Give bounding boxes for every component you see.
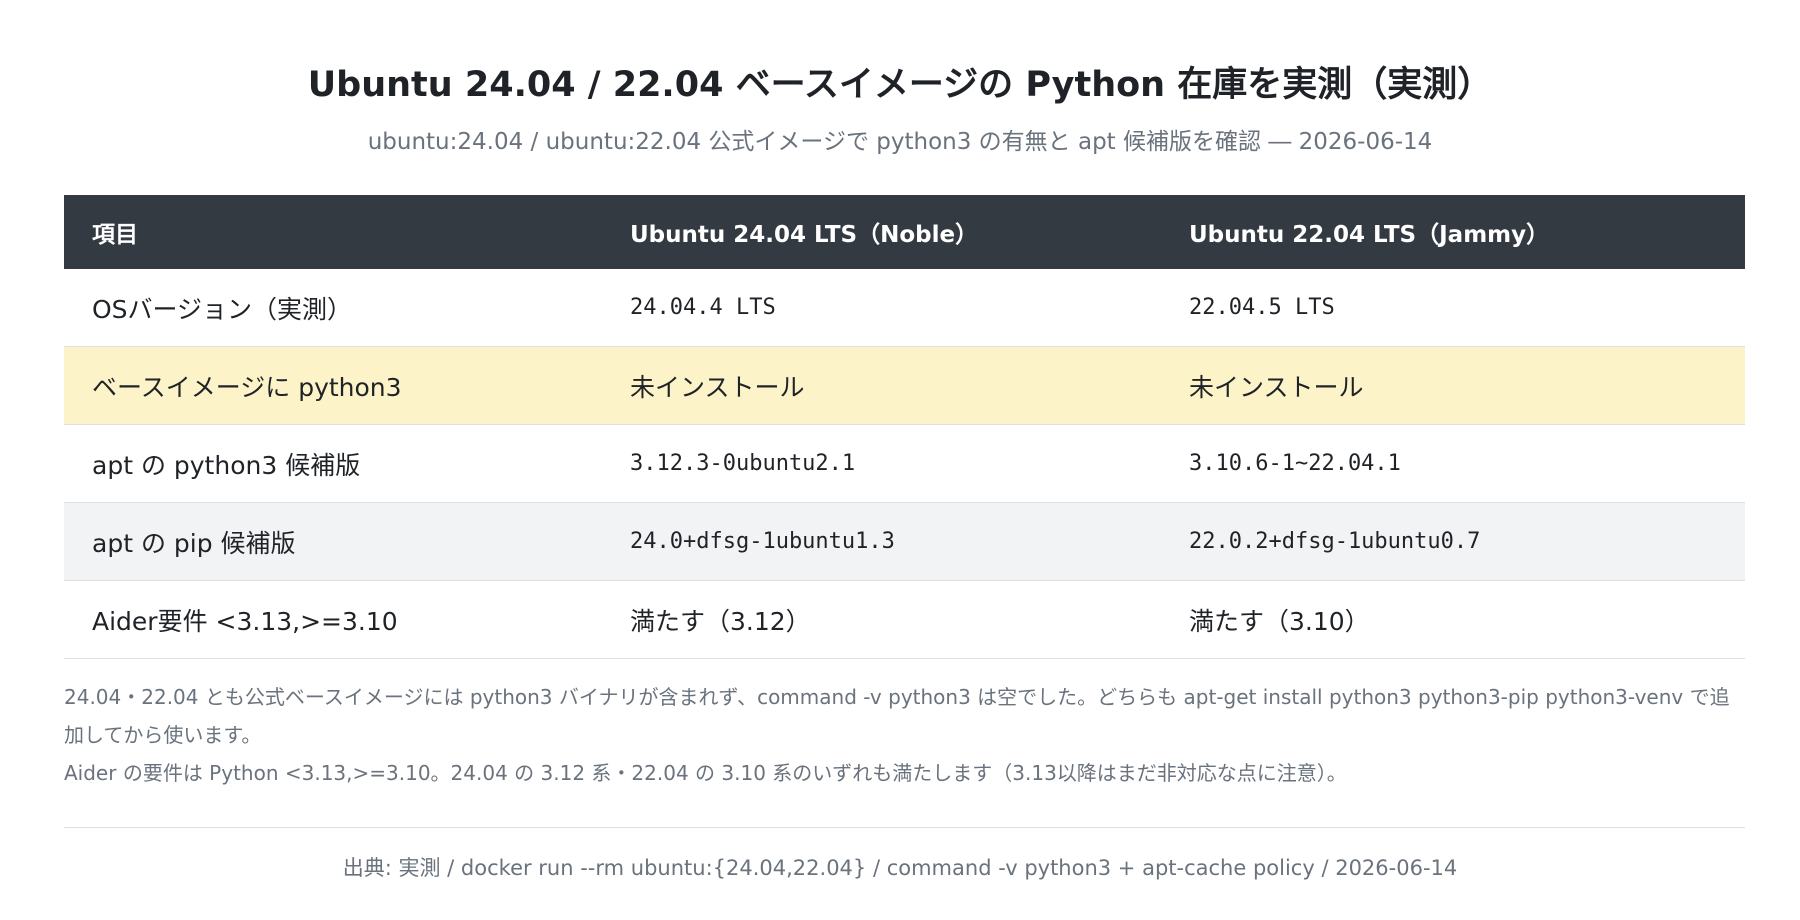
row-item: Aider要件 <3.13,>=3.10 <box>92 606 398 636</box>
table-row: apt の pip 候補版 24.0+dfsg-1ubuntu1.3 22.0.… <box>64 503 1745 581</box>
row-noble-value: 24.0+dfsg-1ubuntu1.3 <box>630 529 895 554</box>
page-title: Ubuntu 24.04 / 22.04 ベースイメージの Python 在庫を… <box>307 65 1493 105</box>
row-jammy-value: 未インストール <box>1189 372 1364 402</box>
row-jammy-value: 22.04.5 LTS <box>1189 295 1335 320</box>
column-header-item: 項目 <box>92 222 138 248</box>
table-row: apt の python3 候補版 3.12.3-0ubuntu2.1 3.10… <box>64 425 1745 503</box>
row-noble-value: 24.04.4 LTS <box>630 295 776 320</box>
comparison-table: 項目 Ubuntu 24.04 LTS（Noble） Ubuntu 22.04 … <box>64 195 1745 659</box>
source-citation: 出典: 実測 / docker run --rm ubuntu:{24.04,2… <box>342 856 1458 880</box>
row-item: apt の python3 候補版 <box>92 450 361 480</box>
table-row: OSバージョン（実測） 24.04.4 LTS 22.04.5 LTS <box>64 269 1745 347</box>
row-noble-value: 未インストール <box>630 372 805 402</box>
row-item: ベースイメージに python3 <box>92 372 402 402</box>
row-item: OSバージョン（実測） <box>92 294 353 324</box>
column-header-noble: Ubuntu 24.04 LTS（Noble） <box>630 222 979 248</box>
column-header-jammy: Ubuntu 22.04 LTS（Jammy） <box>1189 222 1550 248</box>
page-subtitle: ubuntu:24.04 / ubuntu:22.04 公式イメージで pyth… <box>367 129 1433 155</box>
table-row: Aider要件 <3.13,>=3.10 満たす（3.12） 満たす（3.10） <box>64 581 1745 659</box>
row-jammy-value: 満たす（3.10） <box>1189 606 1370 636</box>
note-paragraph: 24.04・22.04 とも公式ベースイメージには python3 バイナリが含… <box>64 685 1730 747</box>
notes: 24.04・22.04 とも公式ベースイメージには python3 バイナリが含… <box>64 678 1745 792</box>
row-noble-value: 3.12.3-0ubuntu2.1 <box>630 451 856 476</box>
row-jammy-value: 3.10.6-1~22.04.1 <box>1189 451 1401 476</box>
table-row: ベースイメージに python3 未インストール 未インストール <box>64 347 1745 425</box>
table-header-row: 項目 Ubuntu 24.04 LTS（Noble） Ubuntu 22.04 … <box>64 195 1745 269</box>
row-jammy-value: 22.0.2+dfsg-1ubuntu0.7 <box>1189 529 1481 554</box>
page: Ubuntu 24.04 / 22.04 ベースイメージの Python 在庫を… <box>0 0 1800 920</box>
footer-divider <box>64 827 1745 828</box>
row-item: apt の pip 候補版 <box>92 528 296 558</box>
row-noble-value: 満たす（3.12） <box>630 606 811 636</box>
note-paragraph: Aider の要件は Python <3.13,>=3.10。24.04 の 3… <box>64 761 1347 785</box>
